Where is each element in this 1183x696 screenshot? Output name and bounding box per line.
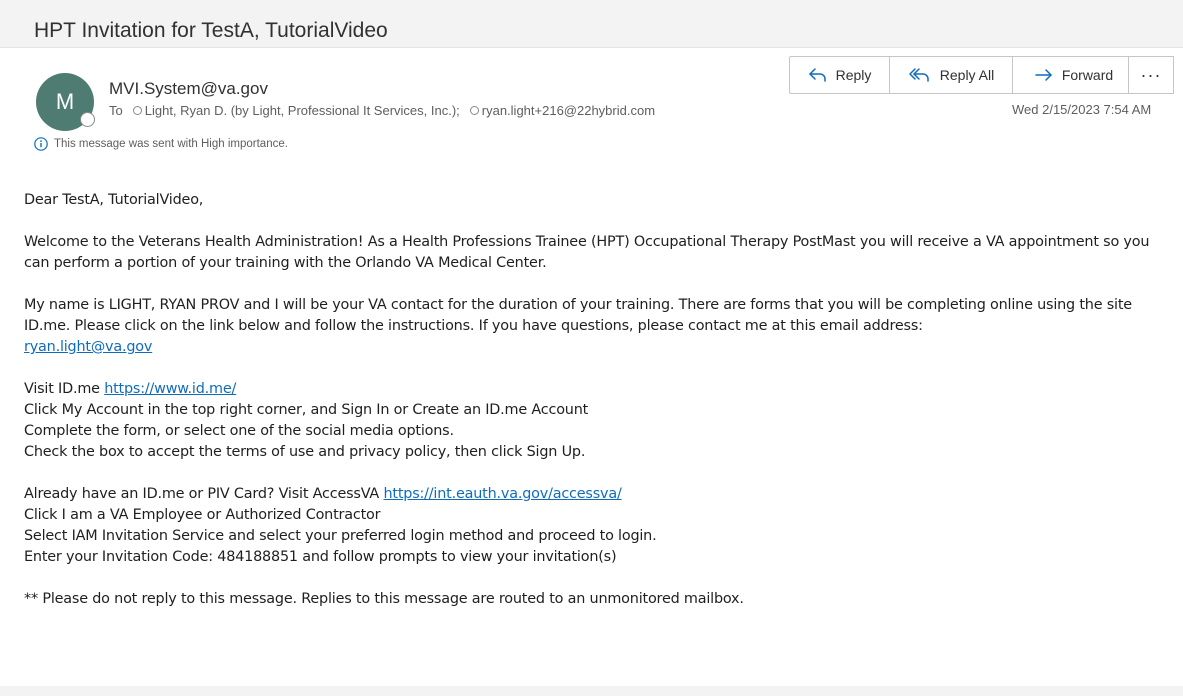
- idme-step-1: Click My Account in the top right corner…: [24, 402, 589, 418]
- subject-bar: HPT Invitation for TestA, TutorialVideo: [0, 0, 1183, 48]
- idme-instructions: Visit ID.me https://www.id.me/ Click My …: [24, 379, 1174, 463]
- received-date: Wed 2/15/2023 7:54 AM: [1012, 102, 1152, 117]
- importance-note: This message was sent with High importan…: [34, 137, 288, 151]
- idme-step-2: Complete the form, or select one of the …: [24, 423, 454, 439]
- reply-button[interactable]: Reply: [789, 56, 890, 94]
- footer-note: ** Please do not reply to this message. …: [24, 591, 744, 607]
- presence-icon: [80, 112, 95, 127]
- reply-all-icon: [909, 68, 929, 82]
- forward-icon: [1035, 69, 1052, 81]
- importance-text: This message was sent with High importan…: [54, 138, 288, 150]
- greeting: Dear TestA, TutorialVideo,: [24, 192, 204, 208]
- message-actions: Reply Reply All Forward: [789, 56, 1135, 94]
- recipient-presence-icon: [469, 106, 479, 115]
- recipient-presence-icon: [132, 106, 142, 115]
- forward-button[interactable]: Forward: [1012, 56, 1135, 94]
- idme-step-3: Check the box to accept the terms of use…: [24, 444, 586, 460]
- recipient-1[interactable]: Light, Ryan D. (by Light, Professional I…: [145, 103, 460, 118]
- bottom-strip: [0, 686, 1183, 696]
- recipient-2[interactable]: ryan.light+216@22hybrid.com: [482, 103, 655, 118]
- accessva-step-2: Select IAM Invitation Service and select…: [24, 528, 657, 544]
- idme-link[interactable]: https://www.id.me/: [104, 381, 236, 397]
- accessva-prefix: Already have an ID.me or PIV Card? Visit…: [24, 486, 380, 502]
- accessva-instructions: Already have an ID.me or PIV Card? Visit…: [24, 484, 1174, 568]
- accessva-step-3: Enter your Invitation Code: 484188851 an…: [24, 549, 617, 565]
- welcome-paragraph: Welcome to the Veterans Health Administr…: [24, 234, 1150, 271]
- email-subject: HPT Invitation for TestA, TutorialVideo: [34, 19, 388, 42]
- sender-address[interactable]: MVI.System@va.gov: [109, 79, 268, 99]
- contact-text: My name is LIGHT, RYAN PROV and I will b…: [24, 297, 1132, 334]
- more-icon[interactable]: ···: [1128, 56, 1174, 94]
- reply-icon: [808, 68, 826, 82]
- recipient-line: To Light, Ryan D. (by Light, Professiona…: [109, 103, 655, 118]
- reply-all-button[interactable]: Reply All: [889, 56, 1013, 94]
- message-body: Dear TestA, TutorialVideo, Welcome to th…: [24, 190, 1174, 610]
- idme-prefix: Visit ID.me: [24, 381, 100, 397]
- contact-paragraph: My name is LIGHT, RYAN PROV and I will b…: [24, 295, 1174, 358]
- contact-email-link[interactable]: ryan.light@va.gov: [24, 339, 152, 355]
- info-icon: [34, 137, 48, 151]
- accessva-link[interactable]: https://int.eauth.va.gov/accessva/: [383, 486, 621, 502]
- accessva-step-1: Click I am a VA Employee or Authorized C…: [24, 507, 381, 523]
- to-label: To: [109, 103, 123, 118]
- reply-all-label: Reply All: [939, 67, 995, 83]
- forward-label: Forward: [1061, 67, 1114, 83]
- reply-label: Reply: [835, 67, 872, 83]
